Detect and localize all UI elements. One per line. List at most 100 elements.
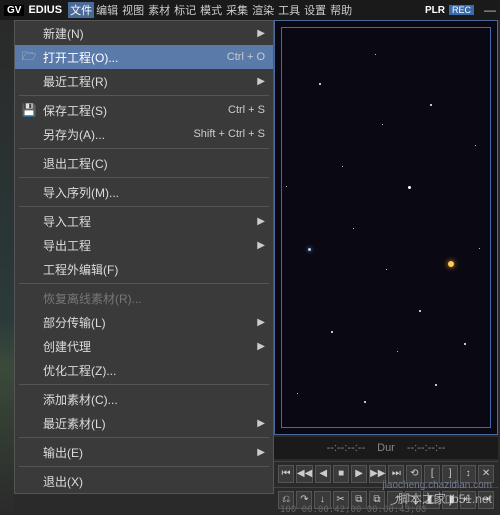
menu-bar: 文件 编辑 视图 素材 标记 模式 采集 渲染 工具 设置 帮助: [68, 2, 354, 18]
menu-close-project[interactable]: 退出工程(C): [15, 151, 273, 175]
timecode-bar: --:--:--:-- Dur --:--:--:--: [274, 437, 498, 459]
menu-separator: [19, 437, 269, 438]
menu-output[interactable]: 输出(E) ▶: [15, 440, 273, 464]
menu-partial-transfer[interactable]: 部分传输(L) ▶: [15, 310, 273, 334]
menu-restore-label: 恢复离线素材(R)...: [43, 290, 265, 307]
menu-partial-label: 部分传输(L): [43, 314, 257, 331]
menu-add-clip[interactable]: 添加素材(C)...: [15, 387, 273, 411]
stop-button[interactable]: ■: [333, 465, 349, 483]
menu-save-shortcut: Ctrl + S: [228, 104, 265, 116]
trim-out-button[interactable]: ◨: [442, 491, 458, 509]
menu-help[interactable]: 帮助: [328, 2, 354, 18]
left-gutter: [0, 20, 14, 515]
menu-marker[interactable]: 标记: [172, 2, 198, 18]
go-start-button[interactable]: ⏮: [278, 465, 294, 483]
timecode-out: --:--:--:--: [407, 442, 445, 454]
submenu-arrow-icon: ▶: [257, 317, 265, 328]
loop-button[interactable]: ⟲: [406, 465, 422, 483]
menu-new-label: 新建(N): [43, 25, 257, 42]
menu-edit[interactable]: 编辑: [94, 2, 120, 18]
fast-forward-button[interactable]: ▶▶: [369, 465, 386, 483]
menu-recent-label: 最近工程(R): [43, 73, 257, 90]
menu-separator: [19, 466, 269, 467]
menu-exit-label: 退出(X): [43, 473, 265, 490]
go-end-button[interactable]: ⏭: [388, 465, 404, 483]
menu-separator: [19, 206, 269, 207]
brand-logo: GV: [4, 5, 24, 16]
menu-save-label: 保存工程(S): [43, 102, 216, 119]
menu-recent-projects[interactable]: 最近工程(R) ▶: [15, 69, 273, 93]
menu-create-proxy[interactable]: 创建代理 ▶: [15, 334, 273, 358]
folder-open-icon: 🗁: [15, 47, 43, 68]
menu-settings[interactable]: 设置: [302, 2, 328, 18]
menu-recentclip-label: 最近素材(L): [43, 415, 257, 432]
submenu-arrow-icon: ▶: [257, 418, 265, 429]
titlebar: GV EDIUS 文件 编辑 视图 素材 标记 模式 采集 渲染 工具 设置 帮…: [0, 0, 500, 20]
menu-importseq-label: 导入序列(M)...: [43, 184, 265, 201]
menu-addclip-label: 添加素材(C)...: [43, 391, 265, 408]
menu-open-label: 打开工程(O)...: [43, 49, 215, 66]
close-button[interactable]: ✕: [478, 465, 494, 483]
menu-saveas-shortcut: Shift + Ctrl + S: [193, 128, 265, 140]
plr-label: PLR: [425, 5, 445, 16]
submenu-arrow-icon: ▶: [257, 341, 265, 352]
preview-monitor: [274, 20, 498, 435]
menu-separator: [19, 95, 269, 96]
menu-separator: [19, 148, 269, 149]
file-menu-dropdown: 新建(N) ▶ 🗁 打开工程(O)... Ctrl + O 最近工程(R) ▶ …: [14, 20, 274, 494]
menu-recent-clips[interactable]: 最近素材(L) ▶: [15, 411, 273, 435]
submenu-arrow-icon: ▶: [257, 216, 265, 227]
menu-export-project[interactable]: 导出工程 ▶: [15, 233, 273, 257]
next-edit-button[interactable]: ⇥: [478, 491, 494, 509]
menu-open-shortcut: Ctrl + O: [227, 51, 265, 63]
submenu-arrow-icon: ▶: [257, 240, 265, 251]
menu-view[interactable]: 视图: [120, 2, 146, 18]
menu-separator: [19, 177, 269, 178]
menu-capture[interactable]: 采集: [224, 2, 250, 18]
menu-open-project[interactable]: 🗁 打开工程(O)... Ctrl + O: [15, 45, 273, 69]
menu-separator: [19, 283, 269, 284]
mark-out-button[interactable]: ]: [442, 465, 458, 483]
menu-optimize[interactable]: 优化工程(Z)...: [15, 358, 273, 382]
menu-external-edit[interactable]: 工程外编辑(F): [15, 257, 273, 281]
menu-tools[interactable]: 工具: [276, 2, 302, 18]
menu-clip[interactable]: 素材: [146, 2, 172, 18]
minimize-button[interactable]: —: [484, 3, 496, 17]
timecode-in: --:--:--:--: [327, 442, 365, 454]
expand-button[interactable]: ↕: [460, 465, 476, 483]
menu-file[interactable]: 文件: [68, 2, 94, 18]
rewind-button[interactable]: ◀◀: [296, 465, 313, 483]
menu-proxy-label: 创建代理: [43, 338, 257, 355]
menu-save[interactable]: 💾 保存工程(S) Ctrl + S: [15, 98, 273, 122]
prev-edit-button[interactable]: ⇤: [460, 491, 476, 509]
timeline-timecode: 100 00:00:42;00 00:00:43;00: [280, 505, 426, 515]
transport-controls: ⏮ ◀◀ ◀ ■ ▶ ▶▶ ⏭ ⟲ [ ] ↕ ✕: [274, 461, 498, 485]
menu-close-label: 退出工程(C): [43, 155, 265, 172]
menu-optimize-label: 优化工程(Z)...: [43, 362, 265, 379]
submenu-arrow-icon: ▶: [257, 447, 265, 458]
menu-extedit-label: 工程外编辑(F): [43, 261, 265, 278]
submenu-arrow-icon: ▶: [257, 76, 265, 87]
menu-saveas[interactable]: 另存为(A)... Shift + Ctrl + S: [15, 122, 273, 146]
submenu-arrow-icon: ▶: [257, 28, 265, 39]
duration-label: Dur: [377, 442, 395, 454]
mark-in-button[interactable]: [: [424, 465, 440, 483]
save-icon: 💾: [15, 103, 43, 117]
menu-exit[interactable]: 退出(X): [15, 469, 273, 493]
rec-badge: REC: [449, 5, 474, 15]
menu-new[interactable]: 新建(N) ▶: [15, 21, 273, 45]
app-name: EDIUS: [28, 4, 62, 16]
menu-exportproj-label: 导出工程: [43, 237, 257, 254]
menu-import-sequence[interactable]: 导入序列(M)...: [15, 180, 273, 204]
menu-restore-offline: 恢复离线素材(R)...: [15, 286, 273, 310]
menu-separator: [19, 384, 269, 385]
menu-import-project[interactable]: 导入工程 ▶: [15, 209, 273, 233]
play-button[interactable]: ▶: [351, 465, 367, 483]
menu-importproj-label: 导入工程: [43, 213, 257, 230]
menu-render[interactable]: 渲染: [250, 2, 276, 18]
menu-output-label: 输出(E): [43, 444, 257, 461]
menu-mode[interactable]: 模式: [198, 2, 224, 18]
step-back-button[interactable]: ◀: [315, 465, 331, 483]
preview-content: [275, 21, 497, 434]
menu-saveas-label: 另存为(A)...: [43, 126, 181, 143]
